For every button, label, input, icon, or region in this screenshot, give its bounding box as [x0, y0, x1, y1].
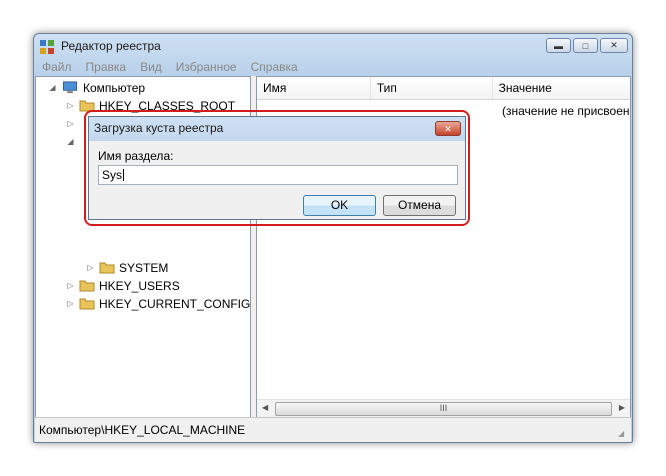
- scroll-thumb[interactable]: III: [275, 402, 612, 416]
- menu-favorites[interactable]: Избранное: [169, 58, 244, 76]
- close-button[interactable]: ✕: [600, 38, 628, 53]
- expand-arrow-icon[interactable]: ▷: [86, 263, 95, 272]
- tree-item-label: HKEY_USERS: [99, 278, 180, 293]
- column-header-type[interactable]: Тип: [371, 77, 493, 99]
- key-name-input[interactable]: Sys: [98, 165, 458, 185]
- tree-item-system[interactable]: ▷ SYSTEM: [86, 259, 168, 276]
- tree-stub: ◢: [66, 133, 75, 150]
- registry-editor-window: Редактор реестра ▬ □ ✕ Файл Правка Вид И…: [33, 33, 633, 443]
- minimize-button[interactable]: ▬: [546, 38, 571, 53]
- dialog-title: Загрузка куста реестра: [94, 121, 224, 135]
- dialog-close-button[interactable]: ✕: [435, 121, 461, 136]
- column-header-value[interactable]: Значение: [493, 77, 630, 99]
- menu-help[interactable]: Справка: [244, 58, 305, 76]
- tree-stub: ▷: [66, 115, 75, 132]
- expand-arrow-icon[interactable]: ◢: [48, 83, 57, 92]
- key-name-label: Имя раздела:: [98, 149, 174, 163]
- title-bar[interactable]: Редактор реестра ▬ □ ✕: [34, 34, 632, 58]
- tree-item-hku[interactable]: ▷ HKEY_USERS: [66, 277, 180, 294]
- tree-item-computer[interactable]: ◢ Компьютер: [48, 79, 145, 96]
- computer-icon: [63, 81, 77, 94]
- scroll-left-icon[interactable]: ◀: [262, 403, 268, 412]
- column-headers: Имя Тип Значение: [257, 77, 630, 100]
- resize-grip-icon[interactable]: ◢: [618, 429, 628, 439]
- folder-icon: [79, 298, 95, 310]
- column-header-name[interactable]: Имя: [257, 77, 371, 99]
- tree-item-label: HKEY_CURRENT_CONFIG: [99, 296, 251, 311]
- horizontal-scrollbar[interactable]: ◀ III ▶: [257, 399, 630, 417]
- value-data-cell: (значение не присвоено): [502, 104, 631, 118]
- maximize-button[interactable]: □: [573, 38, 598, 53]
- key-name-input-value: Sys: [102, 168, 123, 182]
- menu-view[interactable]: Вид: [133, 58, 169, 76]
- expand-arrow-icon[interactable]: ▷: [66, 299, 75, 308]
- cancel-button[interactable]: Отмена: [383, 195, 456, 216]
- status-path: Компьютер\HKEY_LOCAL_MACHINE: [39, 423, 246, 437]
- scroll-right-icon[interactable]: ▶: [619, 403, 625, 412]
- folder-icon: [99, 262, 115, 274]
- load-hive-dialog: Загрузка куста реестра ✕ Имя раздела: Sy…: [88, 116, 466, 220]
- tree-item-hkcc[interactable]: ▷ HKEY_CURRENT_CONFIG: [66, 295, 250, 312]
- window-title: Редактор реестра: [61, 39, 161, 53]
- menu-file[interactable]: Файл: [35, 58, 79, 76]
- expand-arrow-icon[interactable]: ◢: [66, 137, 75, 146]
- regedit-icon: [40, 40, 54, 54]
- expand-arrow-icon[interactable]: ▷: [66, 119, 75, 128]
- folder-icon: [79, 280, 95, 292]
- tree-item-label: Компьютер: [83, 80, 146, 95]
- expand-arrow-icon[interactable]: ▷: [66, 101, 75, 110]
- status-bar: Компьютер\HKEY_LOCAL_MACHINE ◢: [35, 417, 631, 442]
- menu-bar: Файл Правка Вид Избранное Справка: [35, 58, 631, 76]
- ok-button[interactable]: OK: [303, 195, 376, 216]
- menu-edit[interactable]: Правка: [79, 58, 134, 76]
- tree-item-label: SYSTEM: [119, 260, 169, 275]
- text-caret: [123, 169, 125, 181]
- expand-arrow-icon[interactable]: ▷: [66, 281, 75, 290]
